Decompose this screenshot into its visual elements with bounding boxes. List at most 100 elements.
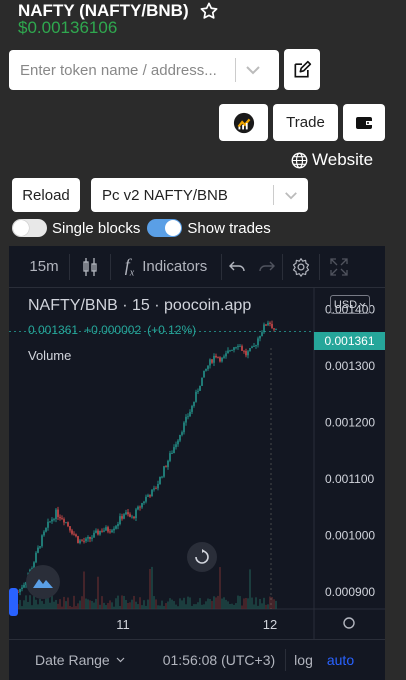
- candle-body: [109, 531, 111, 533]
- auto-toggle[interactable]: auto: [327, 652, 354, 668]
- chevron-down-icon[interactable]: [274, 191, 308, 200]
- volume-bar: [99, 604, 101, 609]
- volume-bar: [237, 595, 239, 609]
- candle-body: [85, 538, 87, 542]
- candle-body: [73, 533, 75, 535]
- candle-body: [273, 328, 275, 330]
- website-link[interactable]: Website: [291, 150, 373, 170]
- single-blocks-toggle[interactable]: [12, 219, 47, 237]
- pair-select-value: Pc v2 NAFTY/BNB: [102, 186, 228, 204]
- wallet-button[interactable]: [343, 104, 385, 141]
- search-input[interactable]: [9, 50, 235, 90]
- replay-icon: [195, 549, 209, 564]
- tradingview-logo-icon[interactable]: [26, 565, 60, 599]
- star-icon[interactable]: [199, 1, 219, 21]
- candle-body: [41, 535, 43, 547]
- volume-bar: [167, 601, 169, 609]
- candle-body: [265, 324, 267, 326]
- candle-body: [77, 536, 79, 543]
- candle-body: [183, 422, 185, 433]
- volume-bar: [239, 596, 241, 609]
- replay-button[interactable]: [187, 542, 217, 572]
- currency-button[interactable]: USD: [330, 295, 370, 314]
- candle-body: [267, 322, 269, 326]
- fullscreen-icon[interactable]: [320, 246, 358, 287]
- volume-bar: [57, 603, 59, 609]
- candle-body: [249, 348, 251, 352]
- reload-button[interactable]: Reload: [12, 178, 80, 212]
- candle-body: [227, 350, 229, 354]
- volume-bar: [135, 601, 137, 609]
- candle-body: [137, 506, 139, 510]
- website-label: Website: [312, 150, 374, 169]
- settings-gear-icon[interactable]: [283, 246, 319, 287]
- candle-body: [67, 522, 69, 527]
- volume-bar: [219, 567, 221, 609]
- candle-body: [251, 346, 253, 349]
- candle-body: [135, 509, 137, 519]
- clock: 01:56:08 (UTC+3): [162, 652, 276, 668]
- volume-bar: [193, 604, 195, 609]
- date-range-button[interactable]: Date Range: [35, 652, 110, 668]
- volume-bar: [55, 599, 57, 609]
- volume-bar: [25, 595, 27, 609]
- chevron-down-icon[interactable]: [236, 65, 270, 75]
- volume-bar: [209, 599, 211, 609]
- candle-body: [237, 346, 239, 348]
- axis-settings-icon: [343, 617, 355, 629]
- log-toggle[interactable]: log: [294, 652, 313, 668]
- show-trades-toggle[interactable]: [147, 219, 183, 237]
- volume-bar: [27, 601, 29, 609]
- volume-bar: [89, 600, 91, 609]
- volume-bar: [155, 599, 157, 609]
- volume-bar: [41, 601, 43, 609]
- volume-bar: [171, 599, 173, 609]
- candle-body: [117, 523, 119, 527]
- wallet-icon: [356, 116, 372, 129]
- side-panel-handle[interactable]: [9, 588, 18, 616]
- candle-body: [55, 509, 57, 520]
- candle-body: [213, 355, 215, 363]
- candle-body: [145, 496, 147, 502]
- volume-bar: [113, 606, 115, 609]
- interval-button[interactable]: 15m: [19, 246, 69, 287]
- candle-body: [195, 391, 197, 402]
- volume-bar: [123, 595, 125, 609]
- candle-body: [93, 532, 95, 538]
- candle-style-icon[interactable]: [70, 246, 110, 287]
- trade-button[interactable]: Trade: [273, 104, 338, 141]
- volume-bar: [121, 595, 123, 609]
- indicators-button[interactable]: fx Indicators: [111, 246, 221, 287]
- volume-bar: [125, 599, 127, 609]
- volume-bar: [201, 604, 203, 609]
- chart-bottom-bar: Date Range 01:56:08 (UTC+3) log auto: [9, 639, 385, 680]
- fx-icon: fx: [124, 254, 135, 279]
- candle-body: [123, 514, 125, 519]
- time-tick-label: 12: [263, 617, 277, 632]
- volume-bar: [43, 603, 45, 609]
- volume-bar: [87, 599, 89, 609]
- chevron-down-icon[interactable]: [116, 657, 125, 663]
- candle-body: [35, 552, 37, 563]
- chart-button[interactable]: [219, 104, 268, 141]
- token-search[interactable]: [9, 50, 279, 90]
- candle-body: [53, 519, 55, 520]
- pair-select[interactable]: Pc v2 NAFTY/BNB: [91, 178, 308, 212]
- volume-bar: [223, 597, 225, 609]
- candle-body: [255, 345, 257, 347]
- redo-icon[interactable]: [252, 246, 282, 287]
- undo-icon[interactable]: [222, 246, 252, 287]
- candle-body: [157, 483, 159, 489]
- volume-bar: [235, 603, 237, 609]
- volume-bar: [271, 597, 273, 609]
- price-tick-label: 0.000900: [325, 585, 375, 599]
- candle-body: [59, 516, 61, 519]
- volume-bar: [105, 605, 107, 609]
- candle-body: [119, 516, 121, 524]
- volume-bar: [71, 606, 73, 609]
- price-tick-label: 0.001300: [325, 359, 375, 373]
- edit-button[interactable]: [284, 49, 320, 90]
- candle-body: [179, 434, 181, 441]
- toggles-row: Single blocks Show trades: [12, 219, 278, 237]
- candle-body: [147, 495, 149, 497]
